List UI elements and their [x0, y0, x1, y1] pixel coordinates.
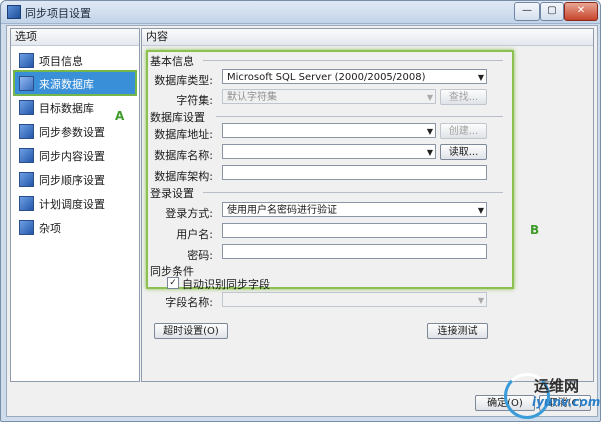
content-header: 内容 — [142, 29, 593, 46]
sync-content-icon — [19, 148, 34, 163]
nav-item-misc[interactable]: 杂项 — [15, 216, 135, 238]
watermark-logo: 运维网 iyunv.com — [504, 373, 600, 421]
misc-icon — [19, 220, 34, 235]
minimize-button[interactable]: — — [514, 2, 540, 21]
highlight-box — [146, 50, 514, 289]
nav-item-label: 同步内容设置 — [39, 150, 105, 163]
nav-item-source-db[interactable]: 来源数据库 — [13, 70, 137, 96]
maximize-button[interactable]: ▢ — [540, 2, 564, 21]
target-db-icon — [19, 100, 34, 115]
schedule-icon — [19, 196, 34, 211]
nav-item-label: 同步顺序设置 — [39, 174, 105, 187]
app-icon — [7, 5, 21, 19]
sync-params-icon — [19, 124, 34, 139]
nav-item-schedule[interactable]: 计划调度设置 — [15, 192, 135, 214]
source-db-icon — [19, 76, 34, 91]
close-button[interactable]: ✕ — [564, 2, 598, 21]
field-name-select[interactable]: ▼ — [222, 292, 487, 307]
nav-item-label: 项目信息 — [39, 55, 83, 68]
nav-item-sync-content[interactable]: 同步内容设置 — [15, 144, 135, 166]
options-panel: 选项 项目信息 来源数据库 目标数据库 同步参数设置 同步内容设置 同步顺序设置… — [10, 28, 140, 382]
window-title: 同步项目设置 — [25, 7, 91, 20]
options-header: 选项 — [11, 29, 139, 46]
connection-test-button[interactable]: 连接测试 — [427, 323, 488, 339]
dialog-body: 选项 项目信息 来源数据库 目标数据库 同步参数设置 同步内容设置 同步顺序设置… — [6, 25, 598, 417]
watermark-url: iyunv.com — [532, 395, 601, 409]
dialog-window: 同步项目设置 — ▢ ✕ 选项 项目信息 来源数据库 目标数据库 同步参数设置 — [0, 0, 601, 422]
title-bar: 同步项目设置 — ▢ ✕ — [1, 1, 600, 24]
nav-item-sync-order[interactable]: 同步顺序设置 — [15, 168, 135, 190]
annotation-a: A — [115, 109, 125, 123]
project-info-icon — [19, 53, 34, 68]
nav-item-label: 同步参数设置 — [39, 126, 105, 139]
sync-order-icon — [19, 172, 34, 187]
timeout-settings-button[interactable]: 超时设置(O) — [154, 323, 228, 339]
field-name-label: 字段名称: — [165, 296, 213, 309]
nav-item-label: 计划调度设置 — [39, 198, 105, 211]
nav-item-label: 杂项 — [39, 222, 61, 235]
annotation-b: B — [530, 223, 540, 237]
nav-item-sync-params[interactable]: 同步参数设置 — [15, 120, 135, 142]
auto-detect-label: 自动识别同步字段 — [182, 278, 270, 291]
watermark-title: 运维网 — [534, 377, 580, 395]
dropdown-arrow-icon: ▼ — [477, 296, 484, 305]
nav-item-project-info[interactable]: 项目信息 — [15, 49, 135, 71]
nav-item-label: 目标数据库 — [39, 102, 94, 115]
auto-detect-checkbox[interactable]: ✓ — [167, 277, 179, 289]
nav-item-label: 来源数据库 — [39, 78, 94, 91]
